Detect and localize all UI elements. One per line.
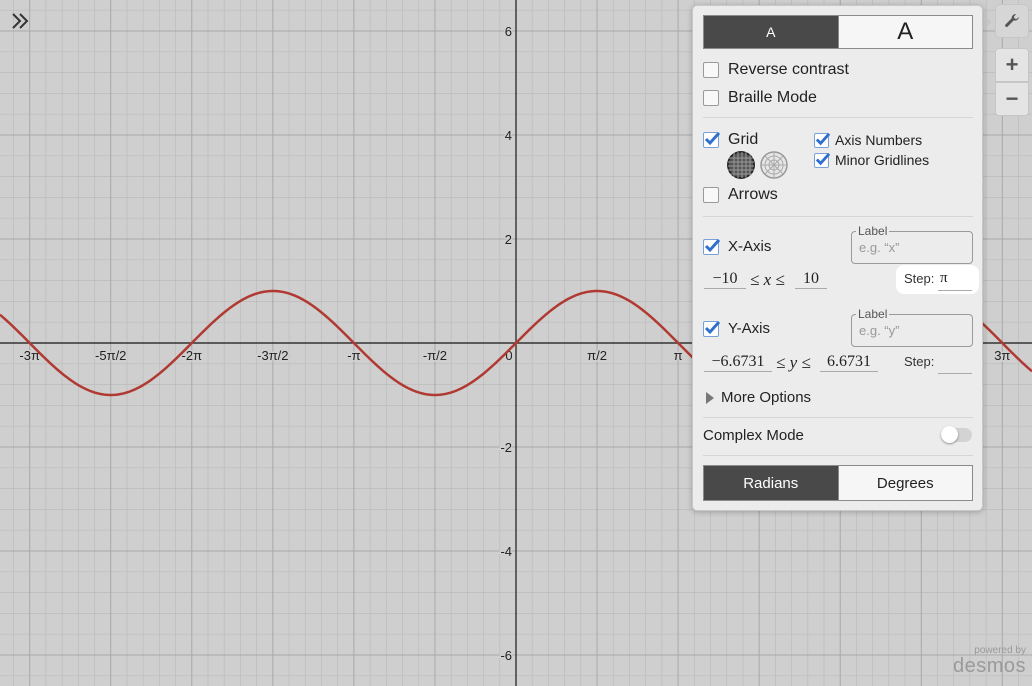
expand-expression-list-button[interactable] (10, 10, 34, 32)
divider (703, 117, 973, 118)
graph-settings-button[interactable] (995, 4, 1029, 38)
more-options-toggle[interactable]: More Options (706, 389, 811, 406)
more-options-label: More Options (721, 389, 812, 406)
reverse-contrast-checkbox[interactable] (703, 62, 719, 78)
arrows-checkbox[interactable] (703, 187, 719, 203)
divider (703, 455, 973, 456)
x-axis-label-placeholder: e.g. “x” (859, 240, 900, 255)
font-size-toggle: A A (703, 15, 973, 49)
y-axis-label-placeholder: e.g. “y” (859, 323, 900, 338)
complex-mode-switch[interactable] (941, 426, 972, 443)
axis-numbers-label: Axis Numbers (835, 132, 923, 148)
x-axis-step-label: Step: (904, 271, 935, 286)
y-axis-label-legend: Label (856, 307, 890, 321)
polar-grid-icon[interactable] (760, 151, 788, 179)
axis-numbers-checkbox[interactable] (814, 132, 831, 148)
powered-by-desmos-logo[interactable]: powered by desmos (952, 646, 1026, 677)
x-tick-label: -π/2 (423, 348, 447, 363)
x-tick-label: -5π/2 (95, 348, 126, 363)
checkmark-icon (815, 152, 831, 165)
minor-gridlines-checkbox[interactable] (814, 152, 831, 168)
y-tick-label: 2 (505, 232, 512, 247)
checkmark-icon (704, 320, 721, 334)
braille-mode-label: Braille Mode (728, 89, 817, 106)
radians-button[interactable]: Radians (704, 466, 838, 500)
x-tick-label: π (674, 348, 683, 363)
y-tick-label: -4 (500, 544, 512, 559)
reverse-contrast-label: Reverse contrast (728, 61, 849, 78)
zoom-in-button[interactable]: + (995, 48, 1029, 82)
x-axis-step-underline (938, 290, 972, 291)
x-axis-option[interactable]: X-Axis (703, 238, 771, 255)
x-axis-label-legend: Label (856, 224, 890, 238)
x-axis-max-input[interactable]: 10 (795, 270, 827, 289)
grid-checkbox[interactable] (703, 131, 721, 148)
arrows-label: Arrows (728, 186, 778, 203)
y-axis-min-input[interactable]: −6.6731 (704, 353, 772, 372)
axis-numbers-option[interactable]: Axis Numbers (814, 132, 922, 148)
desmos-wordmark: desmos (952, 655, 1026, 677)
wrench-icon (1005, 14, 1019, 27)
complex-mode-label: Complex Mode (703, 427, 804, 444)
font-size-large-button[interactable]: A (837, 16, 972, 48)
y-tick-label: 6 (505, 24, 512, 39)
y-axis-step-label: Step: (904, 354, 935, 369)
y-tick-label: -6 (500, 648, 512, 663)
y-axis-variable: y (789, 353, 798, 372)
minor-gridlines-label: Minor Gridlines (835, 152, 930, 168)
settings-panel-pointer (985, 16, 992, 28)
reverse-contrast-option[interactable]: Reverse contrast (703, 61, 849, 79)
x-axis-inequality: ≤ x ≤ (750, 270, 785, 289)
grid-label: Grid (728, 131, 759, 148)
y-axis-checkbox[interactable] (703, 320, 721, 337)
grid-option[interactable]: Grid (703, 131, 758, 149)
x-axis-min-input[interactable]: −10 (704, 270, 746, 289)
y-tick-label: 4 (505, 128, 512, 143)
y-axis-inequality: ≤ y ≤ (776, 353, 811, 372)
polar-grid-glyph (760, 151, 788, 179)
x-axis-checkbox[interactable] (703, 238, 721, 255)
x-tick-label: -3π/2 (257, 348, 288, 363)
caret-right-icon (706, 391, 714, 404)
x-tick-label: -π (347, 348, 360, 363)
angle-mode-toggle: Radians Degrees (703, 465, 973, 501)
y-axis-label: Y-Axis (728, 320, 770, 337)
x-axis-variable: x (763, 270, 772, 289)
zoom-out-button[interactable]: − (995, 82, 1029, 116)
x-axis-label: X-Axis (728, 238, 772, 255)
y-axis-option[interactable]: Y-Axis (703, 320, 770, 337)
degrees-button[interactable]: Degrees (837, 466, 972, 500)
checkmark-icon (704, 131, 721, 146)
switch-knob (941, 426, 958, 443)
font-size-small-button[interactable]: A (704, 16, 838, 48)
x-axis-step-input[interactable]: π (940, 270, 948, 287)
braille-mode-checkbox[interactable] (703, 90, 719, 106)
arrows-option[interactable]: Arrows (703, 186, 778, 204)
x-tick-label: π/2 (587, 348, 607, 363)
braille-mode-option[interactable]: Braille Mode (703, 89, 817, 107)
minor-gridlines-option[interactable]: Minor Gridlines (814, 152, 929, 168)
cartesian-grid-icon[interactable] (727, 151, 755, 179)
checkmark-icon (815, 132, 831, 145)
y-axis-max-input[interactable]: 6.6731 (820, 353, 878, 372)
checkmark-icon (704, 238, 721, 252)
y-axis-step-underline (938, 373, 972, 374)
cartesian-grid-glyph (727, 151, 755, 179)
double-chevron-right-icon (12, 13, 29, 29)
divider (703, 216, 973, 217)
divider (703, 417, 973, 418)
y-tick-label: -2 (500, 440, 512, 455)
